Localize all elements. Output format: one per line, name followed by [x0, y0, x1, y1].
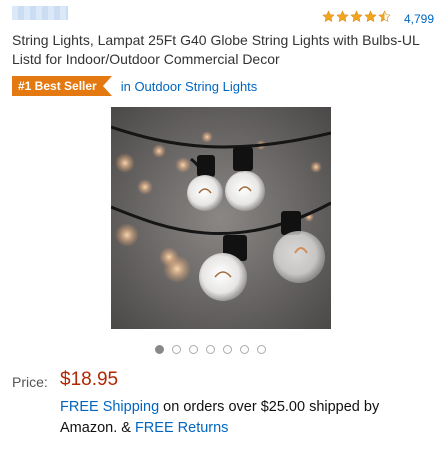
product-image[interactable]	[111, 107, 331, 329]
best-seller-badge[interactable]: #1 Best Seller	[12, 76, 112, 96]
brand-link-blurred[interactable]	[12, 6, 68, 20]
carousel-dot[interactable]	[257, 345, 266, 354]
carousel-dot[interactable]	[206, 345, 215, 354]
product-title: String Lights, Lampat 25Ft G40 Globe Str…	[12, 32, 420, 67]
carousel-dot[interactable]	[155, 345, 164, 354]
star-half-icon	[378, 10, 391, 22]
price-label: Price:	[12, 374, 48, 390]
shipping-info: FREE Shipping on orders over $25.00 ship…	[60, 397, 430, 439]
free-shipping-link[interactable]: FREE Shipping	[60, 399, 159, 415]
image-carousel-dots	[155, 345, 266, 354]
star-rating[interactable]	[322, 10, 391, 23]
free-returns-link[interactable]: FREE Returns	[135, 420, 228, 436]
price-value: $18.95	[60, 369, 119, 390]
star-full-icon	[364, 10, 377, 22]
category-link[interactable]: in Outdoor String Lights	[121, 79, 258, 94]
star-full-icon	[322, 10, 335, 22]
carousel-dot[interactable]	[240, 345, 249, 354]
string-lights-photo-icon	[111, 107, 331, 329]
carousel-dot[interactable]	[172, 345, 181, 354]
star-full-icon	[350, 10, 363, 22]
carousel-dot[interactable]	[223, 345, 232, 354]
star-full-icon	[336, 10, 349, 22]
best-seller-row: #1 Best Seller in Outdoor String Lights	[12, 76, 257, 96]
product-detail-page: 4,799 String Lights, Lampat 25Ft G40 Glo…	[0, 0, 441, 450]
carousel-dot[interactable]	[189, 345, 198, 354]
rating-count-link[interactable]: 4,799	[404, 12, 434, 26]
